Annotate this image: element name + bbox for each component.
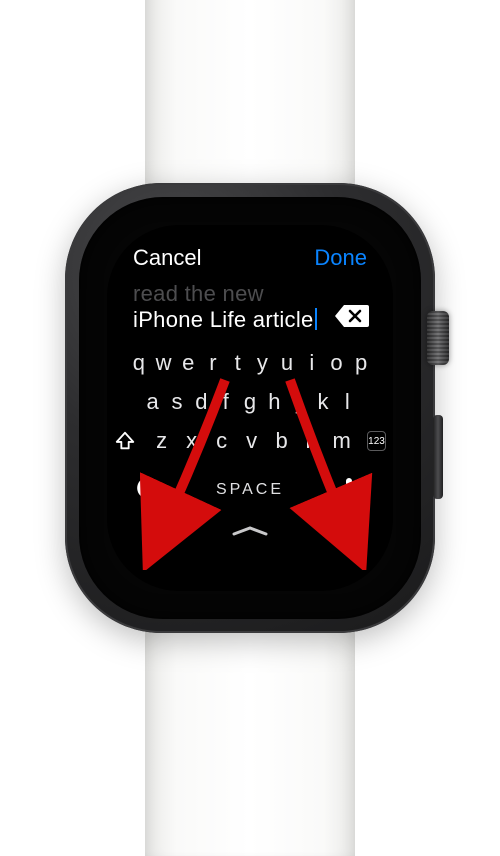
key-h[interactable]: h bbox=[265, 389, 284, 415]
microphone-icon bbox=[337, 476, 361, 500]
space-key[interactable]: SPACE bbox=[163, 481, 337, 499]
key-q[interactable]: q bbox=[129, 350, 149, 376]
watch-bezel: Cancel Done read the new iPhone Life art… bbox=[79, 197, 421, 619]
keyboard-row-3: z x c v b n m 123 bbox=[129, 428, 371, 454]
key-e[interactable]: e bbox=[178, 350, 198, 376]
key-z[interactable]: z bbox=[149, 428, 174, 454]
watch-case: Cancel Done read the new iPhone Life art… bbox=[65, 183, 435, 633]
key-u[interactable]: u bbox=[277, 350, 297, 376]
key-c[interactable]: c bbox=[209, 428, 234, 454]
watch-screen: Cancel Done read the new iPhone Life art… bbox=[107, 225, 393, 591]
key-f[interactable]: f bbox=[216, 389, 235, 415]
backspace-icon bbox=[333, 303, 369, 329]
key-s[interactable]: s bbox=[167, 389, 186, 415]
key-b[interactable]: b bbox=[269, 428, 294, 454]
nav-bar: Cancel Done bbox=[129, 245, 371, 277]
key-p[interactable]: p bbox=[351, 350, 371, 376]
key-n[interactable]: n bbox=[299, 428, 324, 454]
emoji-icon bbox=[135, 475, 161, 501]
emoji-button[interactable] bbox=[135, 475, 163, 506]
dictation-button[interactable] bbox=[337, 476, 365, 505]
swipe-up-indicator[interactable] bbox=[129, 523, 371, 541]
done-button[interactable]: Done bbox=[314, 245, 367, 271]
key-l[interactable]: l bbox=[338, 389, 357, 415]
chevron-up-icon bbox=[230, 524, 270, 536]
keyboard-row-1: q w e r t y u i o p bbox=[129, 350, 371, 376]
keyboard-bottom-bar: SPACE bbox=[129, 475, 371, 506]
key-r[interactable]: r bbox=[203, 350, 223, 376]
watch-band-bottom bbox=[145, 596, 355, 856]
text-input-area[interactable]: read the new iPhone Life article bbox=[129, 277, 371, 348]
key-w[interactable]: w bbox=[154, 350, 174, 376]
key-k[interactable]: k bbox=[313, 389, 332, 415]
key-j[interactable]: j bbox=[289, 389, 308, 415]
key-v[interactable]: v bbox=[239, 428, 264, 454]
keyboard-row-2: a s d f g h j k l bbox=[129, 389, 371, 415]
shift-icon bbox=[114, 430, 136, 452]
key-t[interactable]: t bbox=[228, 350, 248, 376]
numeric-key[interactable]: 123 bbox=[367, 431, 386, 451]
side-button[interactable] bbox=[433, 415, 443, 499]
key-g[interactable]: g bbox=[240, 389, 259, 415]
key-o[interactable]: o bbox=[327, 350, 347, 376]
key-m[interactable]: m bbox=[329, 428, 354, 454]
text-current-line: iPhone Life article bbox=[133, 307, 323, 333]
key-a[interactable]: a bbox=[143, 389, 162, 415]
key-i[interactable]: i bbox=[302, 350, 322, 376]
digital-crown[interactable] bbox=[427, 311, 449, 365]
backspace-button[interactable] bbox=[333, 303, 369, 329]
text-previous-line: read the new bbox=[133, 281, 323, 307]
key-d[interactable]: d bbox=[192, 389, 211, 415]
key-y[interactable]: y bbox=[253, 350, 273, 376]
shift-key[interactable] bbox=[114, 430, 136, 452]
text-cursor bbox=[315, 308, 317, 330]
keyboard: q w e r t y u i o p a s d f g h bbox=[129, 350, 371, 577]
cancel-button[interactable]: Cancel bbox=[133, 245, 201, 271]
key-x[interactable]: x bbox=[179, 428, 204, 454]
